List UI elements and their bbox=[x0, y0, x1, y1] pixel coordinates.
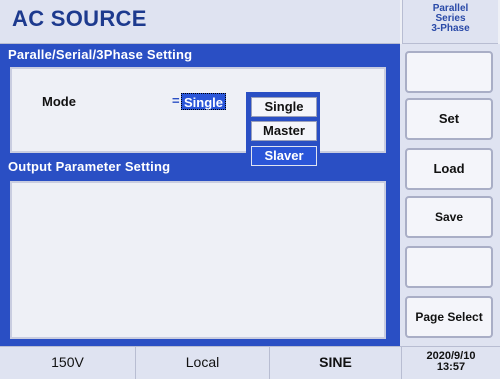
mode-select-field[interactable]: Single bbox=[181, 93, 227, 110]
save-button[interactable]: Save bbox=[405, 196, 493, 238]
parallel-section-title: Paralle/Serial/3Phase Setting bbox=[8, 47, 193, 62]
output-section-title: Output Parameter Setting bbox=[8, 159, 171, 174]
softkey-5-button[interactable] bbox=[405, 246, 493, 288]
app-title: AC SOURCE bbox=[12, 6, 147, 31]
load-button[interactable]: Load bbox=[405, 148, 493, 190]
status-time: 13:57 bbox=[436, 361, 466, 373]
mode-option-slaver[interactable]: Slaver bbox=[251, 146, 317, 166]
status-voltage: 150V bbox=[0, 346, 136, 379]
parallel-mode-indicator: Parallel Series 3-Phase bbox=[402, 0, 498, 44]
page-select-button[interactable]: Page Select bbox=[405, 296, 493, 338]
mode-option-single[interactable]: Single bbox=[251, 97, 317, 117]
mode-dropdown-list[interactable]: Single Master Slaver bbox=[246, 92, 320, 168]
status-control-mode: Local bbox=[136, 346, 270, 379]
set-button[interactable]: Set bbox=[405, 98, 493, 140]
mode-label: Mode bbox=[42, 94, 76, 109]
mode-option-master[interactable]: Master bbox=[251, 121, 317, 141]
indicator-line-3: 3-Phase bbox=[431, 23, 470, 34]
status-waveform: SINE bbox=[270, 346, 402, 379]
output-section-box bbox=[10, 181, 386, 339]
softkey-1-button[interactable] bbox=[405, 51, 493, 93]
status-datetime: 2020/9/10 13:57 bbox=[402, 346, 500, 379]
mode-equals-sign: = bbox=[172, 93, 180, 108]
